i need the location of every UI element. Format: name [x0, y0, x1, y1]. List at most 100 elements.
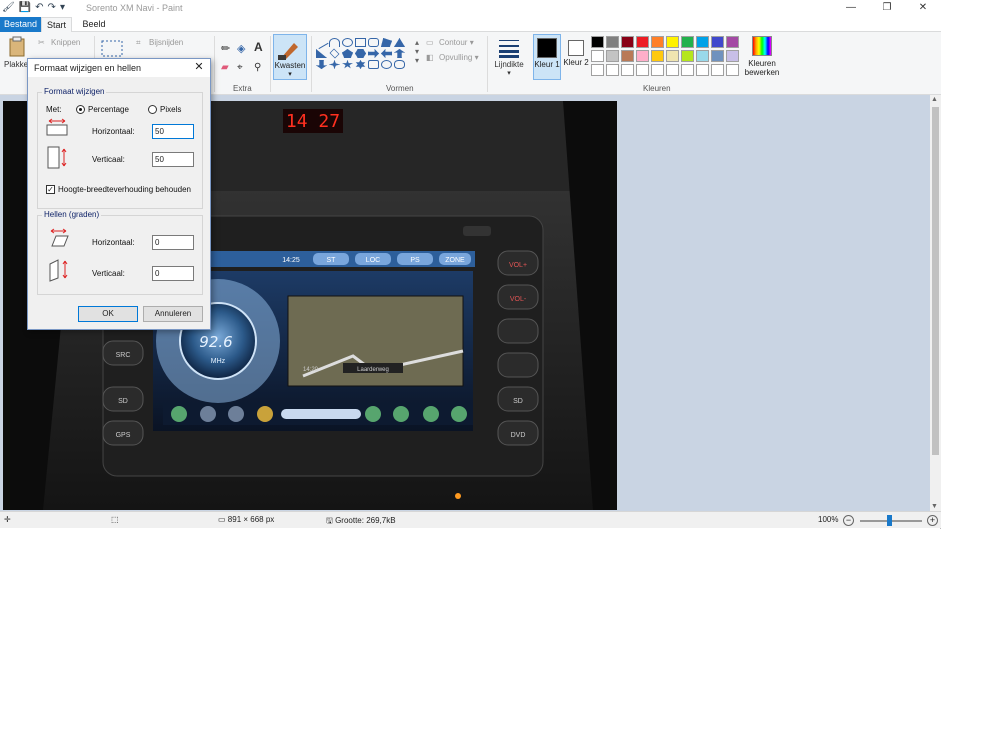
- vertical-scrollbar[interactable]: ▲ ▼: [930, 95, 941, 511]
- shape-pentagon[interactable]: [342, 49, 353, 58]
- magnifier-icon[interactable]: ⚲: [254, 62, 261, 73]
- text-tool-icon[interactable]: A: [254, 40, 263, 54]
- palette-swatch[interactable]: [696, 50, 709, 62]
- palette-swatch[interactable]: [636, 50, 649, 62]
- shapes-gallery[interactable]: [314, 35, 412, 69]
- palette-swatch[interactable]: [711, 50, 724, 62]
- shape-line[interactable]: [314, 35, 329, 50]
- palette-swatch[interactable]: [666, 64, 679, 76]
- scroll-thumb[interactable]: [932, 107, 939, 455]
- shape-four-point-star[interactable]: [329, 60, 340, 69]
- outline-button[interactable]: ▭ Contour ▾: [426, 38, 474, 48]
- palette-swatch[interactable]: [591, 36, 604, 48]
- brushes-button[interactable]: Kwasten ▾: [273, 34, 307, 80]
- zoom-out-button[interactable]: −: [843, 515, 854, 526]
- fill-bucket-icon[interactable]: ◈: [237, 42, 245, 55]
- dialog-close-icon[interactable]: ✕: [192, 60, 206, 74]
- palette-swatch[interactable]: [651, 50, 664, 62]
- cancel-button[interactable]: Annuleren: [143, 306, 203, 322]
- edit-colors-button[interactable]: Kleuren bewerken: [744, 35, 780, 77]
- palette-swatch[interactable]: [696, 36, 709, 48]
- shape-callout-rect[interactable]: [368, 60, 379, 69]
- redo-icon[interactable]: ↷: [48, 2, 56, 13]
- fill-button[interactable]: ◧ Opvulling ▾: [426, 53, 479, 63]
- palette-swatch[interactable]: [681, 36, 694, 48]
- crop-button[interactable]: ⌗ Bijsnijden: [136, 38, 183, 48]
- shape-diamond[interactable]: [329, 48, 340, 59]
- shape-callout-cloud[interactable]: [394, 60, 405, 69]
- tab-file[interactable]: Bestand: [0, 17, 41, 32]
- palette-swatch[interactable]: [726, 50, 739, 62]
- shapes-scroll[interactable]: ▴ ▾ ▾: [415, 38, 419, 65]
- shape-six-point-star[interactable]: [355, 60, 366, 69]
- zoom-slider-thumb[interactable]: [887, 515, 892, 526]
- palette-swatch[interactable]: [726, 64, 739, 76]
- customize-qat-icon[interactable]: ▾: [60, 2, 65, 13]
- pixels-radio[interactable]: [148, 105, 157, 114]
- crop-label: Bijsnijden: [149, 38, 184, 48]
- palette-swatch[interactable]: [621, 36, 634, 48]
- palette-swatch[interactable]: [711, 36, 724, 48]
- shape-right-arrow[interactable]: [368, 49, 379, 58]
- shape-callout-oval[interactable]: [381, 60, 392, 69]
- palette-swatch[interactable]: [591, 64, 604, 76]
- eraser-icon[interactable]: ▰: [221, 62, 229, 73]
- resize-vertical-input[interactable]: 50: [152, 152, 194, 167]
- palette-swatch[interactable]: [651, 64, 664, 76]
- palette-swatch[interactable]: [726, 36, 739, 48]
- palette-swatch[interactable]: [711, 64, 724, 76]
- size-button[interactable]: Lijndikte ▾: [492, 38, 526, 77]
- shape-left-arrow[interactable]: [381, 49, 392, 58]
- palette-swatch[interactable]: [591, 50, 604, 62]
- palette-swatch[interactable]: [666, 50, 679, 62]
- shape-curve[interactable]: [329, 38, 340, 47]
- color1-button[interactable]: Kleur 1: [533, 34, 561, 80]
- color2-button[interactable]: Kleur 2: [562, 34, 590, 80]
- restore-button[interactable]: ❐: [869, 0, 905, 17]
- scroll-down-icon[interactable]: ▼: [931, 503, 938, 510]
- ok-button[interactable]: OK: [78, 306, 138, 322]
- shape-five-point-star[interactable]: [342, 60, 353, 69]
- undo-icon[interactable]: ↶: [35, 2, 43, 13]
- cut-button[interactable]: ✂ Knippen: [38, 38, 80, 48]
- minimize-button[interactable]: —: [833, 0, 869, 17]
- palette-swatch[interactable]: [606, 64, 619, 76]
- shape-polygon[interactable]: [381, 38, 392, 47]
- color-picker-icon[interactable]: ⌖: [237, 62, 243, 73]
- shape-hexagon[interactable]: [355, 49, 366, 58]
- select-button[interactable]: [101, 40, 123, 60]
- resize-horizontal-input[interactable]: 50: [152, 124, 194, 139]
- shape-up-arrow[interactable]: [394, 49, 405, 58]
- shape-rectangle[interactable]: [355, 38, 366, 47]
- palette-swatch[interactable]: [696, 64, 709, 76]
- pencil-icon[interactable]: ✏: [221, 42, 230, 55]
- palette-swatch[interactable]: [666, 36, 679, 48]
- palette-swatch[interactable]: [606, 50, 619, 62]
- skew-horizontal-input[interactable]: 0: [152, 235, 194, 250]
- tab-home[interactable]: Start: [41, 17, 72, 32]
- shape-triangle[interactable]: [394, 38, 405, 47]
- palette-swatch[interactable]: [636, 64, 649, 76]
- shape-oval[interactable]: [342, 38, 353, 47]
- close-button[interactable]: ✕: [905, 0, 941, 17]
- keep-ratio-checkbox[interactable]: ✓: [46, 185, 55, 194]
- shape-right-triangle[interactable]: [316, 49, 327, 58]
- pixels-label: Pixels: [160, 105, 182, 114]
- scroll-up-icon[interactable]: ▲: [931, 96, 938, 103]
- fill-icon: ◧: [426, 53, 434, 62]
- color-palette[interactable]: [591, 36, 739, 76]
- palette-swatch[interactable]: [651, 36, 664, 48]
- palette-swatch[interactable]: [681, 64, 694, 76]
- zoom-in-button[interactable]: +: [927, 515, 938, 526]
- palette-swatch[interactable]: [606, 36, 619, 48]
- palette-swatch[interactable]: [621, 64, 634, 76]
- tab-view[interactable]: Beeld: [76, 17, 112, 32]
- save-icon[interactable]: 💾: [19, 2, 31, 13]
- percentage-radio[interactable]: [76, 105, 85, 114]
- palette-swatch[interactable]: [681, 50, 694, 62]
- shape-rounded-rectangle[interactable]: [368, 38, 379, 47]
- palette-swatch[interactable]: [621, 50, 634, 62]
- shape-down-arrow[interactable]: [316, 60, 327, 69]
- palette-swatch[interactable]: [636, 36, 649, 48]
- skew-vertical-input[interactable]: 0: [152, 266, 194, 281]
